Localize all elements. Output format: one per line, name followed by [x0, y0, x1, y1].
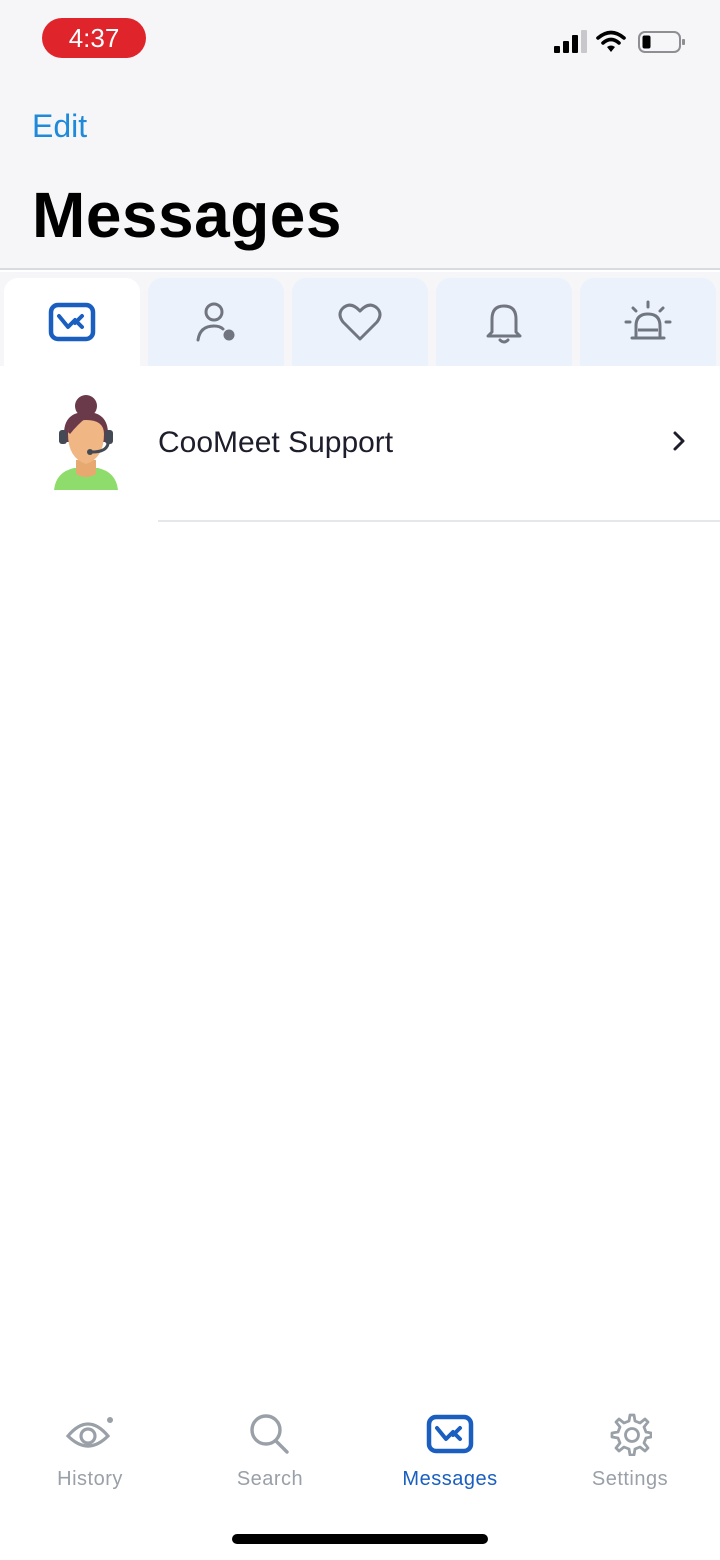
divider: [158, 520, 720, 522]
person-icon: [196, 302, 235, 342]
page-title: Messages: [32, 179, 342, 251]
home-indicator[interactable]: [232, 1534, 488, 1544]
tab-bar-label: Messages: [402, 1468, 498, 1490]
tab-bar-messages[interactable]: Messages: [360, 1410, 540, 1520]
tab-bar-label: Settings: [591, 1468, 669, 1490]
header: Edit Messages: [0, 80, 720, 270]
conversation-name: CooMeet Support: [158, 426, 394, 459]
signal-icon: [554, 30, 587, 53]
tab-notifications[interactable]: [436, 278, 572, 366]
eye-icon: [65, 1417, 113, 1448]
tab-contacts[interactable]: [148, 278, 284, 366]
tab-messages[interactable]: [4, 278, 140, 366]
battery-icon: [638, 31, 685, 53]
category-tabs: [0, 272, 720, 366]
tab-bar-settings[interactable]: Settings: [540, 1410, 720, 1520]
siren-icon: [624, 300, 672, 340]
mail-icon: [426, 1414, 474, 1454]
tab-alerts[interactable]: [580, 278, 716, 366]
message-list: CooMeet Support: [0, 366, 720, 522]
status-bar: 4:37: [0, 0, 720, 80]
wifi-icon: [596, 30, 626, 52]
tab-bar-history[interactable]: History: [0, 1410, 180, 1520]
bell-icon: [486, 304, 522, 344]
chevron-right-icon: [673, 431, 685, 451]
tab-bar-label: History: [57, 1468, 123, 1490]
gear-icon: [610, 1413, 652, 1456]
status-icons: [554, 30, 694, 58]
support-agent-avatar: [54, 395, 118, 490]
tab-bar-search[interactable]: Search: [180, 1410, 360, 1520]
mail-icon: [48, 302, 96, 342]
heart-icon: [338, 303, 382, 341]
tab-bar-label: Search: [236, 1468, 304, 1490]
list-item[interactable]: CooMeet Support: [0, 366, 720, 522]
tab-favorites[interactable]: [292, 278, 428, 366]
search-icon: [250, 1414, 289, 1454]
edit-button[interactable]: Edit: [32, 108, 87, 145]
status-time[interactable]: 4:37: [42, 18, 146, 58]
